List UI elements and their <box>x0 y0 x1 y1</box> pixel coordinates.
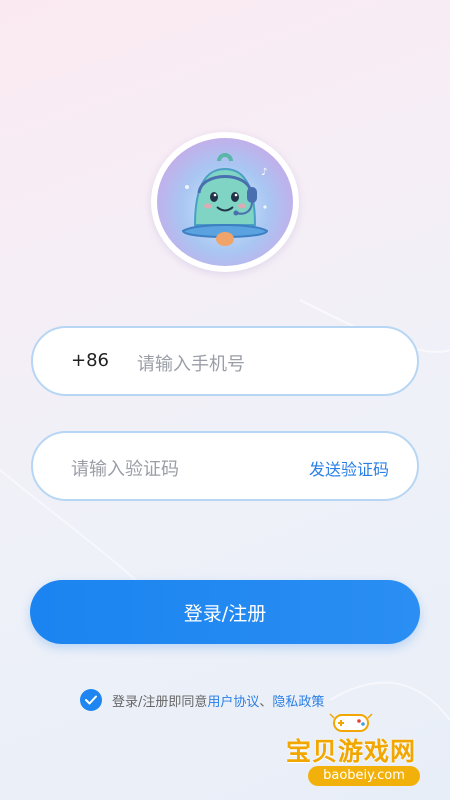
privacy-policy-link[interactable]: 隐私政策 <box>272 691 324 710</box>
watermark-name: 宝贝游戏网 <box>286 737 417 766</box>
phone-input[interactable]: 请输入手机号 <box>137 350 245 376</box>
phone-field[interactable]: +86 请输入手机号 <box>31 326 419 396</box>
watermark-url: baobeiy.com <box>308 766 420 786</box>
login-register-button[interactable]: 登录/注册 <box>30 580 420 644</box>
gamepad-icon <box>329 713 373 732</box>
check-icon <box>85 695 97 705</box>
app-logo: ♪ <box>151 132 299 272</box>
bell-mascot-icon: ♪ <box>181 153 269 246</box>
code-input[interactable]: 请输入验证码 <box>71 455 179 481</box>
agreement-row: 登录/注册即同意 用户协议 、 隐私政策 <box>80 688 324 712</box>
agreement-checkbox[interactable] <box>80 689 102 711</box>
svg-text:♪: ♪ <box>261 167 267 178</box>
user-agreement-link[interactable]: 用户协议 <box>207 691 259 710</box>
background-swoosh <box>0 299 450 721</box>
send-code-button[interactable]: 发送验证码 <box>309 456 389 480</box>
country-code[interactable]: +86 <box>71 350 109 371</box>
agreement-text: 登录/注册即同意 <box>112 694 208 710</box>
agreement-separator: 、 <box>259 694 273 710</box>
code-field[interactable]: 请输入验证码 发送验证码 <box>31 431 419 501</box>
site-watermark: 宝贝游戏网 baobeiy.com <box>286 712 436 792</box>
